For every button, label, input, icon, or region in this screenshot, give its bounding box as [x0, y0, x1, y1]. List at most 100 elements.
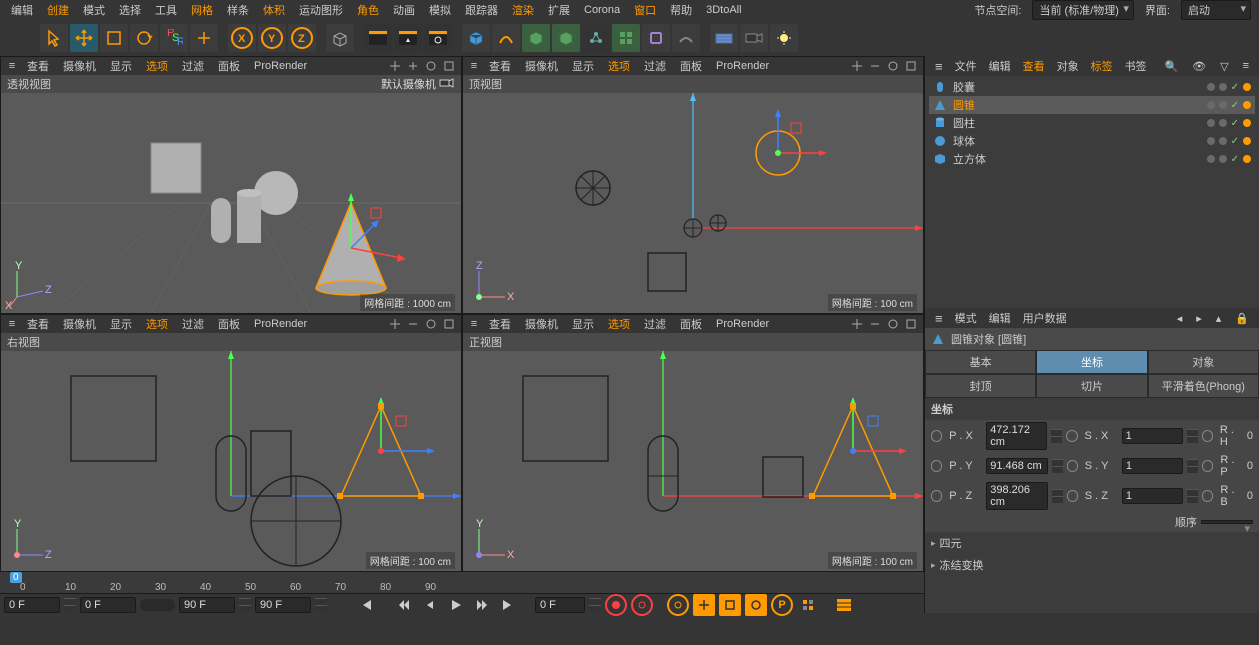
- maximize-icon[interactable]: [441, 316, 457, 332]
- vp-options[interactable]: 选项: [602, 316, 636, 332]
- menu-volume[interactable]: 体积: [256, 2, 292, 18]
- next-frame[interactable]: [471, 594, 493, 616]
- autokey[interactable]: [631, 594, 653, 616]
- deformer[interactable]: [642, 24, 670, 52]
- attr-userdata[interactable]: 用户数据: [1017, 310, 1073, 326]
- spinner[interactable]: [1187, 489, 1198, 503]
- vp-display[interactable]: 显示: [104, 58, 138, 74]
- anim-dot[interactable]: [1202, 430, 1213, 442]
- key-rot[interactable]: [745, 594, 767, 616]
- search-icon[interactable]: 🔍: [1158, 60, 1184, 73]
- zoom-icon[interactable]: [867, 58, 883, 74]
- vp-view[interactable]: 查看: [21, 316, 55, 332]
- vp-camera[interactable]: 摄像机: [57, 316, 102, 332]
- vp-camera[interactable]: 摄像机: [57, 58, 102, 74]
- cursor-tool[interactable]: [40, 24, 68, 52]
- range-lo[interactable]: 0 F: [80, 597, 136, 613]
- menu-spline[interactable]: 样条: [220, 2, 256, 18]
- menu-icon[interactable]: ≡: [5, 59, 19, 73]
- prev-key[interactable]: [393, 594, 415, 616]
- coord-sys[interactable]: [326, 24, 354, 52]
- pos-y-input[interactable]: 91.468 cm: [986, 458, 1047, 474]
- vp-prorender[interactable]: ProRender: [248, 60, 313, 72]
- object-sphere[interactable]: 球体 ✓: [929, 132, 1255, 150]
- freeze-section[interactable]: 冻结变换: [925, 554, 1259, 576]
- vp-view[interactable]: 查看: [483, 316, 517, 332]
- quaternion-section[interactable]: 四元: [925, 532, 1259, 554]
- menu-help[interactable]: 帮助: [663, 2, 699, 18]
- spinner[interactable]: [1052, 489, 1063, 503]
- obj-tab-file[interactable]: 文件: [949, 58, 983, 74]
- viewport-perspective[interactable]: YZX 网格间距 : 1000 cm: [1, 93, 461, 313]
- tab-basic[interactable]: 基本: [925, 350, 1036, 374]
- back-icon[interactable]: ◂: [1171, 312, 1189, 325]
- spinner[interactable]: [239, 598, 251, 612]
- anim-dot[interactable]: [931, 490, 942, 502]
- menu-tracker[interactable]: 跟踪器: [458, 2, 505, 18]
- tab-object[interactable]: 对象: [1148, 350, 1259, 374]
- object-cylinder[interactable]: 圆柱 ✓: [929, 114, 1255, 132]
- menu-ext[interactable]: 扩展: [541, 2, 577, 18]
- object-cone[interactable]: 圆锥 ✓: [929, 96, 1255, 114]
- attr-edit[interactable]: 编辑: [983, 310, 1017, 326]
- dopesheet-icon[interactable]: [833, 594, 855, 616]
- play[interactable]: [445, 594, 467, 616]
- orbit-icon[interactable]: [423, 58, 439, 74]
- orbit-icon[interactable]: [885, 316, 901, 332]
- vp-view[interactable]: 查看: [483, 58, 517, 74]
- obj-tab-obj[interactable]: 对象: [1051, 58, 1085, 74]
- vp-camera[interactable]: 摄像机: [519, 58, 564, 74]
- vp-prorender[interactable]: ProRender: [248, 318, 313, 330]
- goto-start[interactable]: [355, 594, 377, 616]
- pan-icon[interactable]: [387, 316, 403, 332]
- filter-icon[interactable]: ▽: [1214, 60, 1234, 73]
- anim-dot[interactable]: [931, 430, 942, 442]
- scale-y-input[interactable]: 1: [1122, 458, 1183, 474]
- obj-tab-bookmark[interactable]: 书签: [1119, 58, 1153, 74]
- vp-display[interactable]: 显示: [104, 316, 138, 332]
- menu-icon[interactable]: ≡: [5, 317, 19, 331]
- render-view[interactable]: [364, 24, 392, 52]
- menu-window[interactable]: 窗口: [627, 2, 663, 18]
- menu-corona[interactable]: Corona: [577, 4, 627, 16]
- anim-end[interactable]: 90 F: [255, 597, 311, 613]
- record-key[interactable]: [605, 594, 627, 616]
- spinner[interactable]: [589, 598, 601, 612]
- anim-dot[interactable]: [931, 460, 942, 472]
- pos-x-input[interactable]: 472.172 cm: [986, 422, 1047, 450]
- pan-icon[interactable]: [849, 316, 865, 332]
- tab-slice[interactable]: 切片: [1036, 374, 1147, 398]
- axis-y[interactable]: Y: [258, 24, 286, 52]
- vp-filter[interactable]: 过滤: [176, 58, 210, 74]
- up-icon[interactable]: ▴: [1210, 312, 1228, 325]
- vp-filter[interactable]: 过滤: [176, 316, 210, 332]
- camera-obj[interactable]: [740, 24, 768, 52]
- lock-icon[interactable]: 🔒: [1229, 312, 1255, 325]
- menu-sim[interactable]: 模拟: [422, 2, 458, 18]
- anim-dot[interactable]: [1202, 460, 1213, 472]
- scale-z-input[interactable]: 1: [1122, 488, 1183, 504]
- timeline-ruler[interactable]: 0 0 10 20 30 40 50 60 70 80 90: [0, 572, 924, 594]
- spinner[interactable]: [315, 598, 327, 612]
- generator-1[interactable]: [522, 24, 550, 52]
- environment[interactable]: [672, 24, 700, 52]
- spinner[interactable]: [1187, 459, 1198, 473]
- rotate-tool[interactable]: [130, 24, 158, 52]
- vp-options[interactable]: 选项: [140, 58, 174, 74]
- vp-camera[interactable]: 摄像机: [519, 316, 564, 332]
- scale-x-input[interactable]: 1: [1122, 428, 1183, 444]
- prev-frame[interactable]: [419, 594, 441, 616]
- zoom-icon[interactable]: [405, 58, 421, 74]
- orbit-icon[interactable]: [423, 316, 439, 332]
- object-capsule[interactable]: 胶囊 ✓: [929, 78, 1255, 96]
- object-manager[interactable]: 胶囊 ✓ 圆锥 ✓ 圆柱 ✓ 球体 ✓ 立方体 ✓: [925, 76, 1259, 308]
- obj-tab-edit[interactable]: 编辑: [983, 58, 1017, 74]
- mograph-obj[interactable]: [582, 24, 610, 52]
- fwd-icon[interactable]: ▸: [1190, 312, 1208, 325]
- cloner[interactable]: [612, 24, 640, 52]
- maximize-icon[interactable]: [903, 316, 919, 332]
- anim-dot[interactable]: [1066, 430, 1077, 442]
- pan-icon[interactable]: [849, 58, 865, 74]
- eye-icon[interactable]: 👁: [1186, 60, 1212, 73]
- maximize-icon[interactable]: [441, 58, 457, 74]
